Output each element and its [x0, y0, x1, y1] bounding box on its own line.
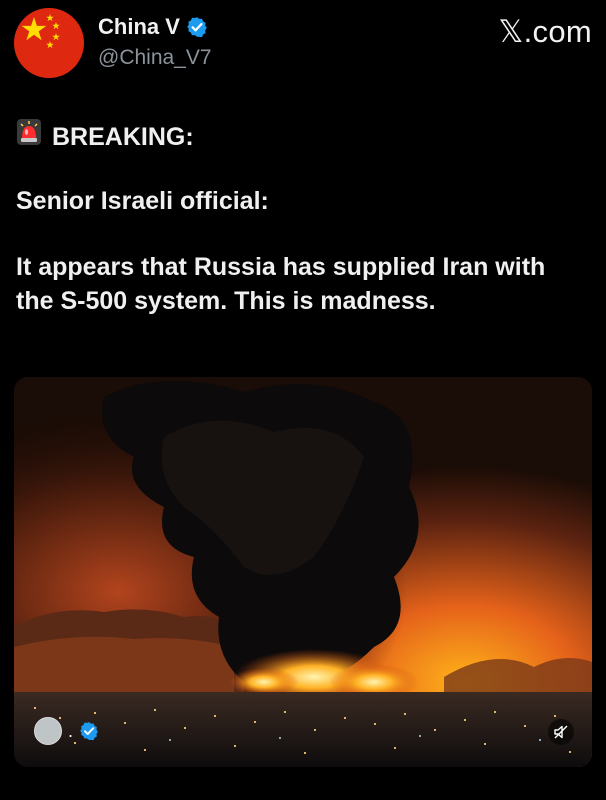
verified-badge-icon	[186, 16, 208, 38]
post-body: BREAKING: Senior Israeli official: It ap…	[16, 118, 586, 318]
mute-icon[interactable]	[548, 719, 574, 745]
account-handle[interactable]: @China_V7	[98, 46, 212, 70]
breaking-line: BREAKING:	[16, 118, 586, 155]
breaking-label: BREAKING:	[52, 122, 194, 151]
post-line-2: It appears that Russia has supplied Iran…	[16, 253, 546, 315]
site-domain: .com	[523, 14, 592, 49]
x-logo-icon: 𝕏	[498, 14, 524, 49]
post-line-1: Senior Israeli official:	[16, 187, 269, 215]
china-flag-icon[interactable]	[14, 8, 84, 78]
avatar	[34, 717, 62, 745]
media-author-chip[interactable]: .	[34, 717, 99, 745]
siren-icon	[16, 118, 42, 155]
account-name-block: China V @China_V7	[98, 14, 212, 70]
display-name-row: China V	[98, 14, 212, 40]
media-image[interactable]: .	[14, 377, 592, 767]
site-logo: 𝕏.com	[498, 14, 592, 50]
verified-badge-icon	[79, 721, 99, 741]
display-name[interactable]: China V	[98, 14, 180, 40]
chip-separator: .	[68, 720, 74, 741]
post-header: China V @China_V7 𝕏.com	[14, 8, 592, 80]
